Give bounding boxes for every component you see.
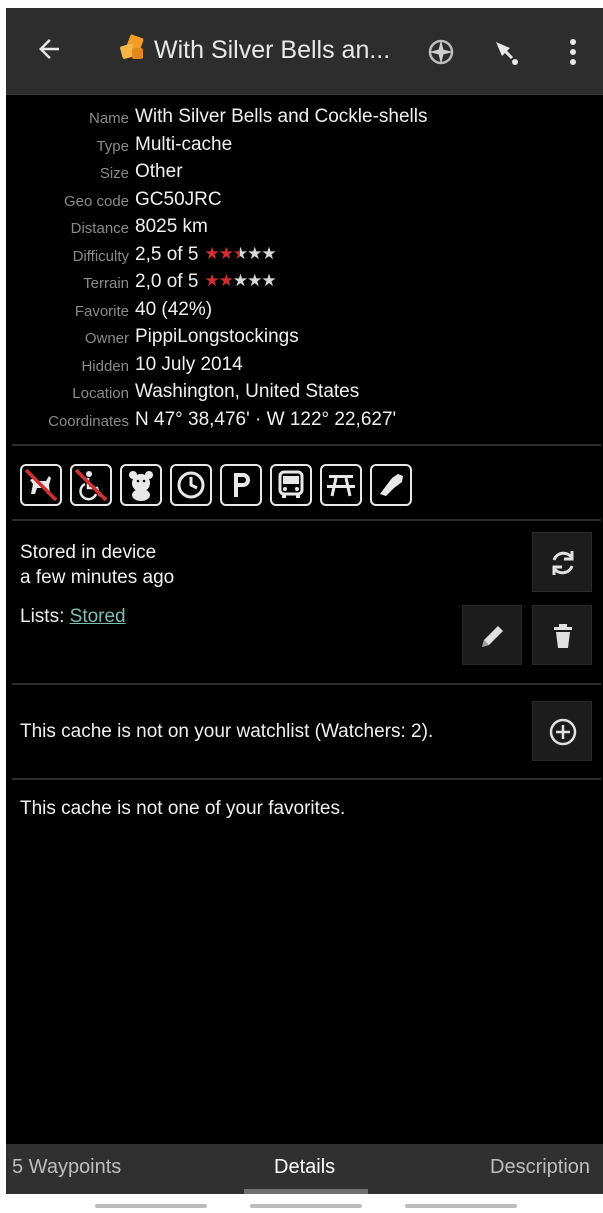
compass-icon[interactable]	[426, 37, 456, 67]
tab-bar: 5 Waypoints Details Description	[6, 1144, 603, 1194]
star-filled-icon: ★	[218, 243, 234, 263]
detail-row-terrain: Terrain 2,0 of 5 ★★★★★	[6, 271, 603, 299]
difficulty-stars: ★★★★★	[204, 243, 276, 264]
refresh-icon	[552, 551, 574, 575]
detail-value: GC50JRC	[135, 188, 222, 210]
tab-details[interactable]: Details	[274, 1156, 335, 1179]
picnic-table-icon[interactable]	[320, 464, 362, 506]
app-bar: With Silver Bells an...	[6, 8, 603, 95]
detail-value: 2,0 of 5 ★★★★★	[135, 271, 277, 293]
navigate-icon[interactable]	[492, 38, 522, 68]
no-dogs-icon[interactable]	[20, 464, 62, 506]
star-empty-icon: ★	[261, 243, 276, 263]
difficulty-value: 2,5 of 5	[135, 243, 199, 265]
takes-time-icon[interactable]	[170, 464, 212, 506]
star-half-icon: ★	[232, 243, 248, 263]
screen: With Silver Bells an... Name With Silver…	[6, 8, 603, 1194]
star-empty-icon: ★	[261, 271, 276, 290]
detail-row-name: Name With Silver Bells and Cockle-shells	[6, 106, 603, 134]
detail-label: Type	[96, 137, 129, 155]
detail-value: Other	[135, 161, 183, 182]
edit-lists-button[interactable]	[462, 605, 522, 665]
detail-value: 2,5 of 5 ★★★★★	[135, 243, 277, 266]
detail-value: 40 (42%)	[135, 298, 213, 320]
watchlist-status: This cache is not on your watchlist (Wat…	[20, 721, 434, 742]
parking-icon[interactable]	[220, 464, 262, 506]
detail-row-distance: Distance 8025 km	[6, 216, 603, 244]
page-indicator	[405, 1204, 517, 1208]
public-transit-icon[interactable]	[270, 464, 312, 506]
delete-button[interactable]	[532, 605, 592, 665]
detail-value: Multi-cache	[135, 133, 233, 155]
tab-description[interactable]: Description	[490, 1156, 590, 1179]
kid-friendly-icon[interactable]	[120, 464, 162, 506]
detail-row-favorite: Favorite 40 (42%)	[6, 299, 603, 327]
hiking-boot-icon[interactable]	[370, 464, 412, 506]
back-arrow-icon[interactable]	[34, 34, 64, 64]
detail-row-coordinates: Coordinates N 47° 38,476' · W 122° 22,62…	[6, 409, 603, 437]
add-watchlist-button[interactable]	[532, 701, 592, 761]
detail-row-hidden: Hidden 10 July 2014	[6, 354, 603, 382]
page-indicator	[95, 1204, 207, 1208]
detail-label: Favorite	[74, 302, 129, 320]
star-filled-icon: ★	[218, 271, 234, 290]
divider	[12, 444, 601, 446]
terrain-stars: ★★★★★	[204, 271, 276, 291]
detail-label: Hidden	[81, 357, 129, 375]
detail-label: Terrain	[83, 275, 129, 292]
page-indicator	[250, 1204, 362, 1208]
detail-label: Geo code	[63, 192, 129, 210]
lists-link[interactable]: Stored	[70, 606, 126, 627]
detail-label: Owner	[84, 330, 129, 347]
detail-label: Size	[99, 165, 129, 182]
refresh-button[interactable]	[532, 532, 592, 592]
detail-label: Distance	[70, 220, 129, 237]
page-title: With Silver Bells an...	[154, 36, 391, 64]
trash-icon	[554, 624, 572, 648]
detail-value: 8025 km	[135, 216, 208, 237]
star-filled-icon: ★	[204, 271, 219, 290]
lists-row: Lists: Stored	[20, 606, 126, 628]
detail-row-location: Location Washington, United States	[6, 381, 603, 409]
detail-label: Name	[88, 110, 129, 127]
multi-cache-icon	[120, 34, 144, 59]
active-tab-indicator	[244, 1189, 368, 1194]
star-empty-icon: ★	[247, 271, 262, 290]
detail-value: With Silver Bells and Cockle-shells	[135, 106, 428, 127]
detail-value[interactable]: PippiLongstockings	[135, 326, 299, 348]
lists-label: Lists:	[20, 606, 65, 627]
star-empty-icon: ★	[247, 243, 262, 263]
stored-time: a few minutes ago	[20, 567, 175, 588]
detail-label: Coordinates	[48, 412, 129, 430]
stored-status: Stored in device a few minutes ago	[20, 540, 174, 590]
divider	[12, 683, 601, 685]
tab-waypoints[interactable]: 5 Waypoints	[12, 1156, 121, 1179]
detail-row-type: Type Multi-cache	[6, 134, 603, 162]
detail-value: Washington, United States	[135, 381, 360, 402]
detail-row-difficulty: Difficulty 2,5 of 5 ★★★★★	[6, 244, 603, 272]
cache-details: Name With Silver Bells and Cockle-shells…	[6, 106, 603, 436]
detail-value: 10 July 2014	[135, 353, 243, 375]
divider	[12, 519, 601, 521]
add-circle-icon	[549, 718, 577, 746]
star-empty-icon: ★	[232, 271, 248, 290]
pencil-icon	[482, 626, 503, 647]
detail-value[interactable]: N 47° 38,476' · W 122° 22,627'	[135, 409, 396, 431]
detail-row-size: Size Other	[6, 161, 603, 189]
stored-line: Stored in device	[20, 542, 157, 563]
detail-label: Difficulty	[72, 247, 129, 265]
terrain-value: 2,0 of 5	[135, 271, 199, 292]
favorites-status: This cache is not one of your favorites.	[20, 798, 346, 819]
not-wheelchair-icon[interactable]	[70, 464, 112, 506]
detail-row-owner: Owner PippiLongstockings	[6, 326, 603, 354]
detail-label: Location	[72, 385, 129, 402]
detail-row-geocode: Geo code GC50JRC	[6, 189, 603, 217]
star-filled-icon: ★	[204, 243, 219, 263]
more-vert-icon[interactable]	[561, 36, 585, 68]
divider	[12, 778, 601, 780]
